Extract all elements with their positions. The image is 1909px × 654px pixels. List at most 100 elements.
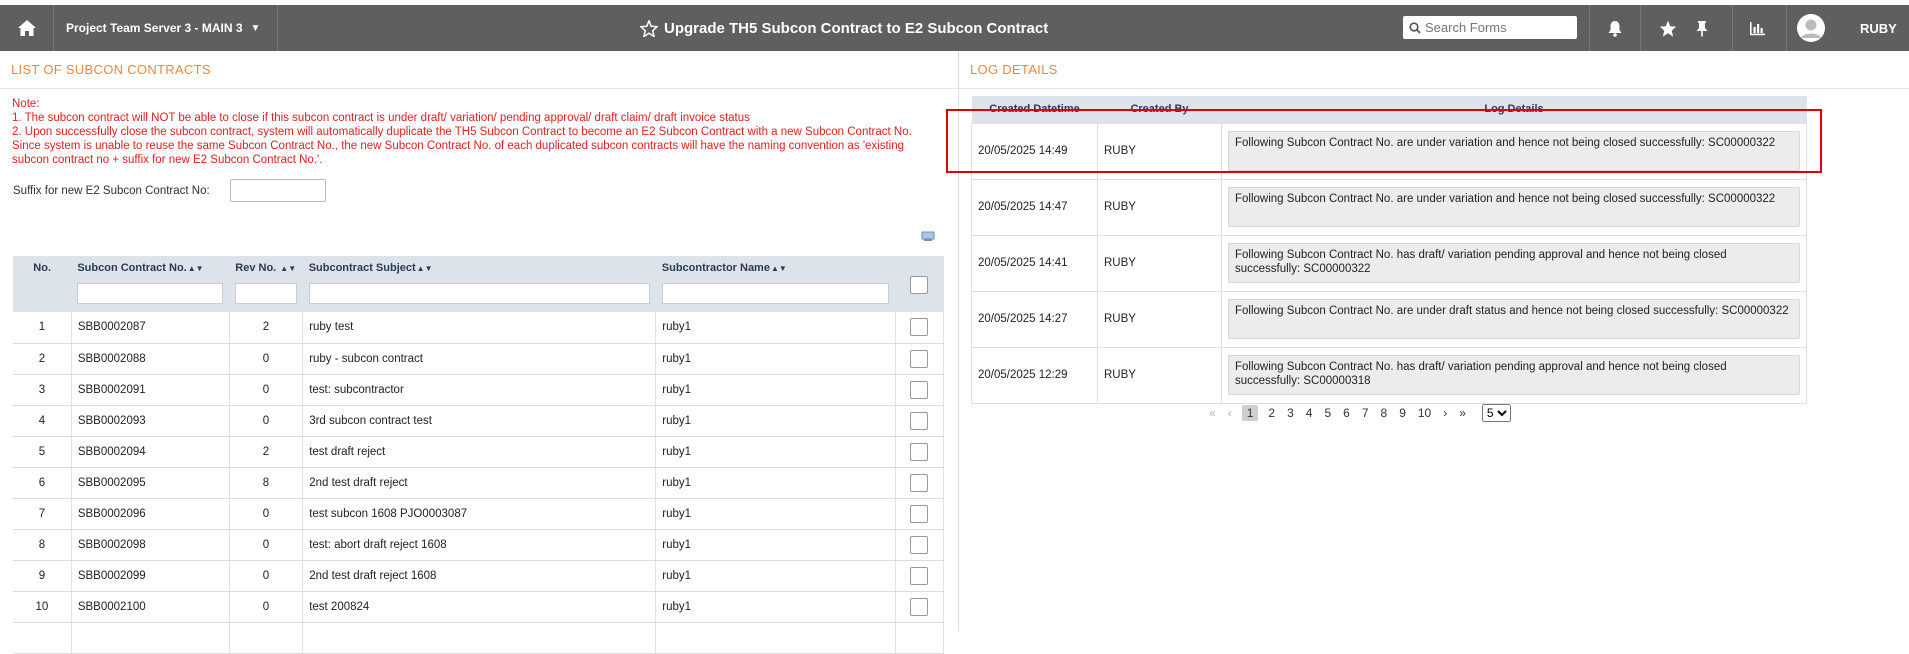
row-checkbox[interactable] bbox=[910, 318, 929, 337]
cell-no: 4 bbox=[13, 405, 72, 437]
table-header-row: No. Subcon Contract No.▲▼ Rev No. ▲▼ Sub… bbox=[13, 256, 944, 312]
table-row[interactable]: 3 SBB0002091 0 test: subcontractor ruby1 bbox=[13, 374, 945, 406]
table-row[interactable]: 7 SBB0002096 0 test subcon 1608 PJO0003087 r… bbox=[13, 498, 945, 530]
note-item-1: 1. The subcon contract will NOT be able … bbox=[12, 112, 750, 124]
cell-select bbox=[895, 374, 945, 406]
page-4-link[interactable]: 4 bbox=[1306, 406, 1313, 420]
filter-rev-no[interactable] bbox=[235, 283, 297, 304]
sort-icon[interactable]: ▲▼ bbox=[280, 264, 296, 273]
cell-contract-no: SBB0002087 bbox=[71, 312, 230, 344]
col-select bbox=[895, 256, 944, 312]
col-subcontractor[interactable]: Subcontractor Name▲▼ bbox=[655, 256, 896, 312]
row-checkbox[interactable] bbox=[910, 349, 929, 368]
page-3-link[interactable]: 3 bbox=[1287, 406, 1294, 420]
page-7-link[interactable]: 7 bbox=[1362, 406, 1369, 420]
search-box[interactable] bbox=[1403, 16, 1577, 39]
note: Note: 1. The subcon contract will NOT be… bbox=[0, 89, 940, 167]
cell-subject: 2nd test draft reject bbox=[302, 467, 657, 499]
table-row[interactable]: 8 SBB0002098 0 test: abort draft reject 160… bbox=[13, 529, 945, 561]
notifications-button[interactable] bbox=[1589, 5, 1639, 51]
log-details-text: Following Subcon Contract No. has draft/… bbox=[1228, 355, 1800, 395]
table-row[interactable]: 9 SBB0002099 0 2nd test draft reject 1608 ru… bbox=[13, 560, 945, 592]
sort-icon[interactable]: ▲▼ bbox=[417, 264, 433, 273]
search-input[interactable] bbox=[1425, 20, 1565, 35]
cell-contract-no: SBB0002098 bbox=[71, 529, 230, 561]
last-page-icon[interactable]: » bbox=[1459, 406, 1466, 420]
cell-contract-no: SBB0002088 bbox=[71, 343, 230, 375]
star-filled-icon bbox=[1659, 20, 1676, 37]
suffix-input[interactable] bbox=[229, 179, 326, 202]
cell-subject: ruby test bbox=[302, 312, 657, 344]
cell-no: 6 bbox=[13, 467, 72, 499]
bar-chart-icon bbox=[1750, 21, 1765, 35]
sort-icon[interactable]: ▲▼ bbox=[188, 264, 204, 273]
page-9-link[interactable]: 9 bbox=[1399, 406, 1406, 420]
page-1-link[interactable]: 1 bbox=[1241, 405, 1259, 421]
row-checkbox[interactable] bbox=[910, 411, 929, 430]
row-checkbox[interactable] bbox=[910, 597, 929, 616]
page-10-link[interactable]: 10 bbox=[1418, 406, 1431, 420]
filter-contract-no[interactable] bbox=[77, 283, 224, 304]
cell-log-details: Following Subcon Contract No. are under … bbox=[1221, 178, 1807, 236]
cell-select bbox=[895, 498, 945, 530]
col-subject-label: Subcontract Subject bbox=[308, 262, 416, 274]
home-button[interactable] bbox=[0, 5, 54, 51]
star-icon bbox=[640, 19, 658, 37]
filter-subcontractor[interactable] bbox=[661, 283, 890, 304]
note-item-2: 2. Upon successfully close the subcon co… bbox=[12, 126, 912, 166]
page-5-link[interactable]: 5 bbox=[1324, 406, 1331, 420]
row-checkbox[interactable] bbox=[910, 535, 929, 554]
table-row[interactable]: 1 SBB0002087 2 ruby test ruby1 bbox=[13, 312, 945, 344]
cell-rev-no: 0 bbox=[229, 591, 304, 623]
table-row[interactable]: 10 SBB0002100 0 test 200824 ruby1 bbox=[13, 591, 945, 623]
log-row: 20/05/2025 14:27 RUBY Following Subcon Con… bbox=[971, 290, 1807, 348]
page-6-link[interactable]: 6 bbox=[1343, 406, 1350, 420]
page-8-link[interactable]: 8 bbox=[1381, 406, 1388, 420]
col-rev-no[interactable]: Rev No. ▲▼ bbox=[229, 256, 303, 312]
table-row[interactable]: 6 SBB0002095 8 2nd test draft reject ruby1 bbox=[13, 467, 945, 499]
col-subject[interactable]: Subcontract Subject▲▼ bbox=[302, 256, 656, 312]
next-page-icon[interactable]: › bbox=[1443, 406, 1447, 420]
cell-contract-no: SBB0002093 bbox=[71, 405, 230, 437]
first-page-icon[interactable]: « bbox=[1209, 406, 1216, 420]
cell-select bbox=[895, 405, 945, 437]
page-size-select[interactable]: 5 bbox=[1481, 404, 1511, 422]
table-row[interactable]: 2 SBB0002088 0 ruby - subcon contract ruby1 bbox=[13, 343, 945, 375]
cell-select bbox=[895, 529, 945, 561]
cell-select bbox=[895, 312, 945, 344]
row-checkbox[interactable] bbox=[910, 473, 929, 492]
row-checkbox[interactable] bbox=[910, 380, 929, 399]
select-all-checkbox[interactable] bbox=[910, 276, 929, 294]
table-row[interactable]: 5 SBB0002094 2 test draft reject ruby1 bbox=[13, 436, 945, 468]
log-details-text: Following Subcon Contract No. are under … bbox=[1228, 299, 1800, 339]
page-2-link[interactable]: 2 bbox=[1268, 406, 1275, 420]
filter-subject[interactable] bbox=[308, 283, 650, 304]
cell-subcontractor: ruby1 bbox=[655, 467, 896, 499]
cell-rev-no: 0 bbox=[229, 560, 304, 592]
row-checkbox[interactable] bbox=[910, 504, 929, 523]
table-row[interactable]: 4 SBB0002093 0 3rd subcon contract test ruby… bbox=[13, 405, 945, 437]
user-name[interactable]: RUBY bbox=[1860, 5, 1897, 51]
export-icon bbox=[921, 231, 935, 241]
cell-created-by: RUBY bbox=[1097, 178, 1222, 236]
user-avatar[interactable] bbox=[1786, 5, 1834, 51]
cell-subcontractor: ruby1 bbox=[655, 498, 896, 530]
cell-created-by: RUBY bbox=[1097, 346, 1222, 404]
row-checkbox[interactable] bbox=[910, 566, 929, 585]
reports-button[interactable] bbox=[1732, 5, 1782, 51]
col-contract-no[interactable]: Subcon Contract No.▲▼ bbox=[71, 256, 230, 312]
log-details-header: LOG DETAILS bbox=[959, 51, 1909, 89]
cell-select bbox=[895, 591, 945, 623]
cell-datetime: 20/05/2025 14:47 bbox=[971, 178, 1098, 236]
cell-rev-no: 2 bbox=[229, 436, 304, 468]
export-button[interactable] bbox=[921, 230, 935, 245]
prev-page-icon[interactable]: ‹ bbox=[1228, 406, 1232, 420]
page-title-text: Upgrade TH5 Subcon Contract to E2 Subcon… bbox=[664, 19, 1049, 37]
sort-icon[interactable]: ▲▼ bbox=[771, 264, 787, 273]
project-selector[interactable]: Project Team Server 3 - MAIN 3 ▼ bbox=[54, 5, 278, 51]
col-no-label: No. bbox=[33, 262, 52, 274]
row-checkbox[interactable] bbox=[910, 442, 929, 461]
pin-button[interactable] bbox=[1682, 5, 1722, 51]
log-row: 20/05/2025 14:47 RUBY Following Subcon Con… bbox=[971, 178, 1807, 236]
cell-rev-no: 0 bbox=[229, 529, 304, 561]
